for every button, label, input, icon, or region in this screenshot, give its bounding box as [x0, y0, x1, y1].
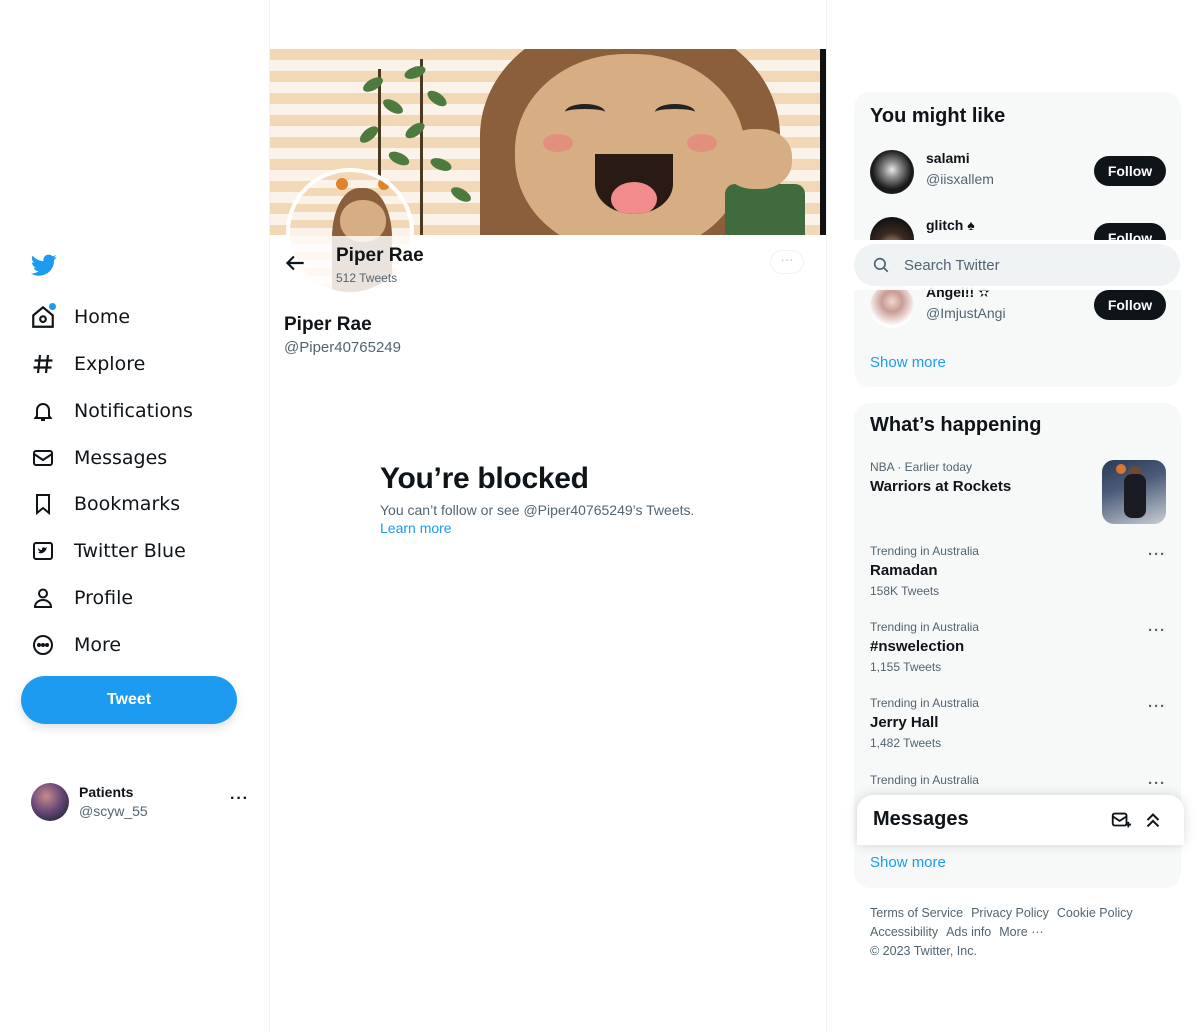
trend-context: Trending in Australia: [870, 544, 979, 558]
trend-title: Ramadan: [870, 562, 938, 579]
trend-item[interactable]: Trending in Australia Jerry Hall 1,482 T…: [870, 696, 1166, 750]
follow-button[interactable]: Follow: [1094, 223, 1166, 240]
nav-label: Profile: [74, 587, 134, 609]
avatar: [31, 783, 69, 821]
trend-context: Trending in Australia: [870, 620, 979, 634]
nav-label: More: [74, 634, 122, 656]
show-more-link[interactable]: Show more: [870, 354, 946, 371]
profile-handle: @Piper40765249: [284, 339, 401, 356]
header-tweet-count: 512 Tweets: [336, 271, 398, 285]
avatar: [870, 284, 914, 328]
more-dots-icon[interactable]: ···: [1148, 698, 1166, 715]
trend-context: Trending in Australia: [870, 696, 979, 710]
trend-title: #nswelection: [870, 638, 965, 655]
profile-name: Piper Rae: [284, 314, 372, 335]
messages-drawer[interactable]: Messages: [857, 795, 1184, 845]
footer-link[interactable]: Privacy Policy: [971, 906, 1049, 920]
footer-link[interactable]: Accessibility: [870, 925, 938, 939]
header-profile-name: Piper Rae: [336, 245, 424, 266]
search-icon: [873, 257, 889, 273]
notification-dot: [49, 303, 56, 310]
user-handle: @ImjustAngi: [926, 305, 1006, 321]
person-icon: [28, 583, 58, 613]
trend-count: 1,482 Tweets: [870, 736, 942, 750]
back-arrow-icon[interactable]: [282, 250, 308, 276]
envelope-icon: [28, 443, 58, 473]
avatar: [870, 217, 914, 240]
nav-twitter-blue[interactable]: Twitter Blue: [28, 531, 186, 571]
new-message-icon[interactable]: [1110, 809, 1132, 831]
blocked-description: You can’t follow or see @Piper40765249’s…: [380, 502, 695, 518]
user-name: salami: [926, 150, 970, 166]
profile-column: Piper Rae 512 Tweets ··· Piper Rae @Pipe…: [270, 0, 827, 1032]
profile-more-button[interactable]: ···: [770, 250, 804, 274]
hashtag-icon: [28, 349, 58, 379]
nav-label: Notifications: [74, 400, 193, 422]
footer-link[interactable]: Ads info: [946, 925, 991, 939]
learn-more-link[interactable]: Learn more: [380, 520, 780, 536]
trend-item[interactable]: Trending in Australia ···: [870, 773, 1166, 792]
more-dots-icon[interactable]: ···: [230, 790, 249, 808]
search-bar: [854, 240, 1200, 290]
trend-count: 158K Tweets: [870, 584, 940, 598]
trend-thumbnail: [1102, 460, 1166, 524]
trend-item[interactable]: Trending in Australia Ramadan 158K Tweet…: [870, 544, 1166, 598]
twitter-logo-icon[interactable]: [30, 252, 58, 278]
nav-label: Messages: [74, 447, 168, 469]
bell-icon: [28, 396, 58, 426]
trend-item[interactable]: NBA · Earlier today Warriors at Rockets: [870, 460, 1166, 526]
show-more-link[interactable]: Show more: [870, 854, 946, 871]
user-handle: @iisxallem: [926, 171, 994, 187]
follow-suggestion[interactable]: salami @iisxallem Follow: [870, 148, 1166, 196]
more-circle-icon: [28, 630, 58, 660]
more-dots-icon[interactable]: ···: [1148, 775, 1166, 792]
bookmark-icon: [28, 489, 58, 519]
chevron-double-up-icon[interactable]: [1142, 809, 1164, 831]
profile-header-bar: Piper Rae 512 Tweets ···: [270, 236, 826, 292]
nav-label: Explore: [74, 353, 146, 375]
follow-button[interactable]: Follow: [1094, 156, 1166, 186]
nav-messages[interactable]: Messages: [28, 438, 167, 478]
panel-title: What’s happening: [870, 414, 1042, 436]
search-box[interactable]: [854, 244, 1180, 286]
footer-links: Terms of Service Privacy Policy Cookie Pol…: [870, 904, 1170, 961]
footer-link[interactable]: Cookie Policy: [1057, 906, 1133, 920]
copyright: © 2023 Twitter, Inc.: [870, 944, 977, 958]
nav-bookmarks[interactable]: Bookmarks: [28, 484, 180, 524]
more-dots-icon[interactable]: ···: [1148, 546, 1166, 563]
blocked-notice: You’re blocked You can’t follow or see @…: [380, 462, 780, 536]
nav-explore[interactable]: Explore: [28, 344, 145, 384]
user-name: glitch ♠: [926, 217, 975, 233]
nav-label: Bookmarks: [74, 493, 181, 515]
panel-title: You might like: [870, 105, 1006, 127]
account-handle: @scyw_55: [79, 803, 148, 819]
nav-more[interactable]: More: [28, 625, 121, 665]
tweet-button[interactable]: Tweet: [21, 676, 237, 724]
twitter-blue-icon: [28, 536, 58, 566]
nav-home[interactable]: Home: [28, 297, 130, 337]
nav-profile[interactable]: Profile: [28, 578, 133, 618]
footer-link[interactable]: More ···: [999, 925, 1043, 939]
blocked-title: You’re blocked: [380, 462, 589, 495]
drawer-title: Messages: [873, 808, 969, 830]
nav-notifications[interactable]: Notifications: [28, 391, 193, 431]
trend-context: Trending in Australia: [870, 773, 979, 787]
nav-label: Twitter Blue: [74, 540, 186, 562]
follow-suggestion[interactable]: glitch ♠ Follow: [870, 215, 1166, 240]
account-name: Patients: [79, 784, 134, 800]
home-icon: [28, 302, 58, 332]
more-dots-icon[interactable]: ···: [1148, 622, 1166, 639]
account-switcher[interactable]: Patients @scyw_55 ···: [31, 782, 251, 822]
trend-count: 1,155 Tweets: [870, 660, 942, 674]
left-sidebar: Home Explore Notifications Messages Book…: [0, 0, 270, 1032]
trend-title: Jerry Hall: [870, 714, 939, 731]
nav-label: Home: [74, 306, 131, 328]
follow-button[interactable]: Follow: [1094, 290, 1166, 320]
search-input[interactable]: [904, 254, 1164, 276]
footer-link[interactable]: Terms of Service: [870, 906, 963, 920]
trend-item[interactable]: Trending in Australia #nswelection 1,155…: [870, 620, 1166, 674]
avatar: [870, 150, 914, 194]
